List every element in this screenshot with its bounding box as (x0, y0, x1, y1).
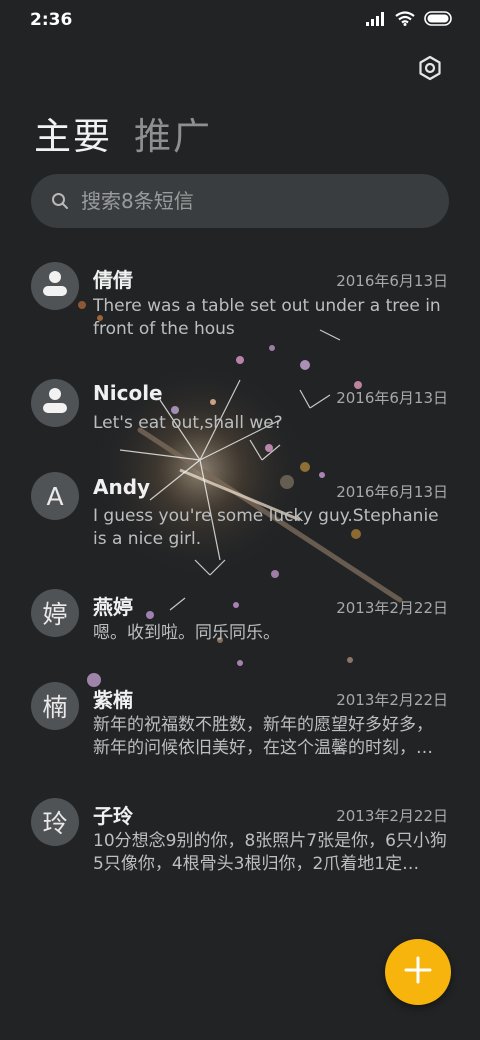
new-message-button[interactable] (385, 939, 451, 1005)
contact-name: 燕婷 (93, 595, 133, 619)
message-preview: I guess you're some lucky guy.Stephanie … (93, 506, 439, 549)
messages-screen: 2:36 主要 推广 搜索8条短信 倩倩 2016年6月13日 There wa… (0, 0, 480, 1040)
person-icon (42, 386, 68, 420)
avatar: A (31, 472, 79, 520)
message-preview: 10分想念9别的你，8张照片7张是你，6只小狗5只像你，4根骨头3根归你，2爪着… (93, 831, 447, 874)
message-preview: 嗯。收到啦。同乐同乐。 (93, 623, 280, 643)
status-time: 2:36 (30, 10, 73, 30)
message-preview: 新年的祝福数不胜数，新年的愿望好多好多，新年的问候依旧美好，在这个温馨的时刻，… (93, 715, 433, 758)
avatar (31, 262, 79, 310)
search-bar[interactable] (31, 174, 449, 228)
contact-name: 子玲 (93, 804, 133, 828)
message-preview: Let's eat out,shall we? (93, 413, 283, 433)
message-preview: There was a table set out under a tree i… (93, 296, 441, 339)
tab-bar: 主要 推广 (34, 106, 212, 160)
signal-icon (366, 11, 386, 30)
settings-button[interactable] (414, 54, 446, 86)
status-bar: 2:36 (0, 0, 480, 40)
settings-icon (417, 55, 443, 85)
plus-icon (404, 956, 432, 988)
contact-name: 倩倩 (93, 268, 133, 292)
message-date: 2013年2月22日 (336, 807, 448, 825)
conversation-item[interactable]: Nicole 2016年6月13日 Let's eat out,shall we… (0, 376, 480, 456)
message-date: 2013年2月22日 (336, 599, 448, 617)
message-date: 2013年2月22日 (336, 691, 448, 709)
status-icons (366, 11, 454, 30)
message-date: 2016年6月13日 (336, 389, 448, 407)
message-date: 2016年6月13日 (336, 272, 448, 290)
wifi-icon (395, 11, 415, 30)
conversation-item[interactable]: 倩倩 2016年6月13日 There was a table set out … (0, 258, 480, 358)
avatar: 玲 (31, 798, 79, 846)
search-icon (51, 192, 69, 210)
conversation-item[interactable]: 楠 紫楠 2013年2月22日 新年的祝福数不胜数，新年的愿望好多好多，新年的问… (0, 680, 480, 780)
conversation-item[interactable]: A Andy 2016年6月13日 I guess you're some lu… (0, 470, 480, 570)
tab-primary[interactable]: 主要 (34, 106, 112, 160)
avatar: 楠 (31, 682, 79, 730)
tab-promotions[interactable]: 推广 (134, 106, 212, 160)
conversation-item[interactable]: 玲 子玲 2013年2月22日 10分想念9别的你，8张照片7张是你，6只小狗5… (0, 796, 480, 896)
contact-name: Nicole (93, 381, 163, 405)
person-icon (42, 269, 68, 303)
contact-name: 紫楠 (93, 688, 133, 712)
battery-icon (424, 11, 454, 30)
contact-name: Andy (93, 475, 151, 499)
message-date: 2016年6月13日 (336, 483, 448, 501)
search-input[interactable] (79, 188, 423, 214)
avatar: 婷 (31, 589, 79, 637)
avatar (31, 379, 79, 427)
conversation-item[interactable]: 婷 燕婷 2013年2月22日 嗯。收到啦。同乐同乐。 (0, 587, 480, 657)
